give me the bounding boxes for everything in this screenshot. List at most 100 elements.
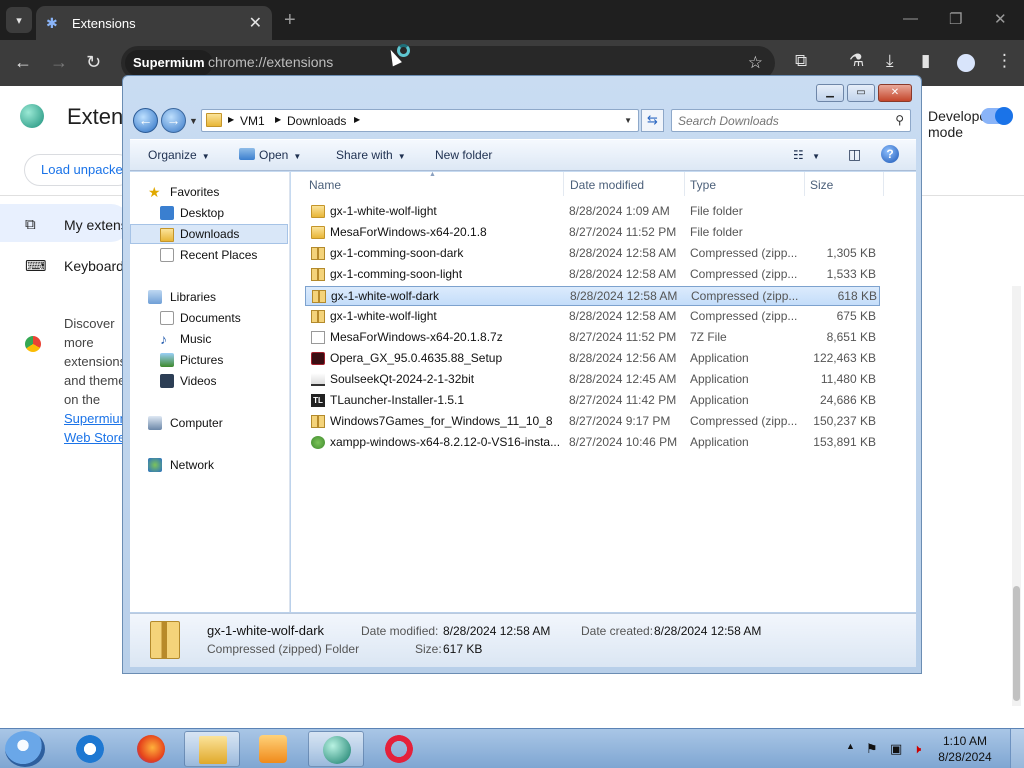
web-store-link[interactable]: Supermium Web Store bbox=[64, 411, 130, 445]
search-icon[interactable]: ⚲ bbox=[895, 113, 904, 127]
column-header-type[interactable]: Type bbox=[690, 178, 716, 192]
explorer-minimize-icon[interactable]: ▁ bbox=[816, 84, 844, 102]
file-explorer-icon bbox=[199, 736, 227, 764]
taskbar-file-explorer[interactable] bbox=[184, 731, 240, 767]
volume-muted-icon[interactable]: 🕨 bbox=[913, 741, 921, 757]
start-button-icon[interactable] bbox=[5, 731, 45, 767]
column-separator[interactable] bbox=[684, 172, 685, 196]
breadcrumb-vm1[interactable]: VM1 bbox=[240, 114, 265, 128]
open-button[interactable]: Open ▼ bbox=[239, 148, 301, 162]
side-panel-icon[interactable]: ▮ bbox=[921, 51, 930, 71]
nav-music[interactable]: ♪ Music bbox=[130, 329, 288, 349]
breadcrumb-arrow-icon[interactable]: ▶ bbox=[354, 115, 360, 124]
computer-icon bbox=[148, 416, 162, 430]
omnibox-url[interactable]: chrome://extensions bbox=[208, 54, 333, 70]
file-row[interactable]: gx-1-white-wolf-light 8/28/2024 1:09 AM Fi… bbox=[305, 202, 880, 222]
file-row[interactable]: gx-1-white-wolf-light 8/28/2024 12:58 AM C… bbox=[305, 307, 880, 327]
minimize-icon[interactable]: — bbox=[903, 10, 918, 27]
system-clock[interactable]: 1:10 AM 8/28/2024 bbox=[935, 733, 995, 765]
recent-pages-dropdown-icon[interactable]: ▼ bbox=[189, 116, 198, 126]
nav-favorites[interactable]: ★ Favorites bbox=[130, 182, 288, 202]
network-tray-icon[interactable]: ▣ bbox=[890, 741, 902, 757]
file-row[interactable]: Opera_GX_95.0.4635.88_Setup 8/28/2024 12:… bbox=[305, 349, 880, 369]
taskbar-firefox[interactable] bbox=[123, 731, 179, 767]
file-row[interactable]: TL TLauncher-Installer-1.5.1 8/27/2024 11:… bbox=[305, 391, 880, 411]
file-row[interactable]: gx-1-white-wolf-dark 8/28/2024 12:58 AM Co… bbox=[305, 286, 880, 306]
column-header-size[interactable]: Size bbox=[810, 178, 833, 192]
labs-flask-icon[interactable]: ⚗ bbox=[849, 51, 864, 71]
column-header-name[interactable]: Name bbox=[309, 178, 341, 192]
breadcrumb-arrow-icon[interactable]: ▶ bbox=[275, 115, 281, 124]
column-separator[interactable] bbox=[804, 172, 805, 196]
nav-videos[interactable]: Videos bbox=[130, 371, 288, 391]
restore-icon[interactable]: ❐ bbox=[949, 10, 962, 28]
breadcrumb-arrow-icon[interactable]: ▶ bbox=[228, 115, 234, 124]
file-row[interactable]: xampp-windows-x64-8.2.12-0-VS16-insta...… bbox=[305, 433, 880, 453]
taskbar-internet-explorer[interactable] bbox=[62, 731, 118, 767]
file-row[interactable]: MesaForWindows-x64-20.1.8.7z 8/27/2024 11… bbox=[305, 328, 880, 348]
action-center-flag-icon[interactable]: ⚑ bbox=[866, 741, 878, 757]
file-type: Application bbox=[690, 372, 749, 386]
file-row[interactable]: gx-1-comming-soon-light 8/28/2024 12:58 A… bbox=[305, 265, 880, 285]
reload-icon[interactable]: ↻ bbox=[86, 52, 101, 73]
developer-mode-toggle[interactable] bbox=[981, 107, 1013, 125]
breadcrumb-downloads[interactable]: Downloads bbox=[287, 114, 346, 128]
column-separator[interactable] bbox=[563, 172, 564, 196]
nav-label: Desktop bbox=[180, 206, 225, 220]
extensions-puzzle-icon[interactable]: ⧉ bbox=[795, 51, 807, 71]
file-row[interactable]: Windows7Games_for_Windows_11_10_8 8/27/20… bbox=[305, 412, 880, 432]
organize-button[interactable]: Organize ▼ bbox=[148, 148, 210, 162]
nav-computer[interactable]: Computer bbox=[130, 413, 288, 433]
back-arrow-icon[interactable]: ← bbox=[14, 52, 32, 73]
forward-button-icon[interactable]: → bbox=[161, 108, 186, 133]
preview-pane-icon[interactable]: ◫ bbox=[848, 146, 861, 163]
file-type: Compressed (zipp... bbox=[690, 246, 798, 260]
load-unpacked-button[interactable]: Load unpacked bbox=[24, 154, 134, 186]
page-scrollbar[interactable] bbox=[1012, 286, 1021, 706]
nav-network[interactable]: Network bbox=[130, 455, 288, 475]
file-row[interactable]: gx-1-comming-soon-dark 8/28/2024 12:58 AM… bbox=[305, 244, 880, 264]
tray-show-hidden-icon[interactable]: ▲ bbox=[846, 741, 855, 751]
navigation-pane: ★ Favorites Desktop Downloads Recent Plac… bbox=[130, 172, 290, 612]
explorer-maximize-icon[interactable]: ▭ bbox=[847, 84, 875, 102]
nav-documents[interactable]: Documents bbox=[130, 308, 288, 328]
file-date-modified: 8/28/2024 12:58 AM bbox=[569, 246, 677, 260]
column-header-date[interactable]: Date modified bbox=[570, 178, 644, 192]
download-icon[interactable]: ⤓ bbox=[886, 51, 894, 71]
show-desktop-button[interactable] bbox=[1010, 729, 1024, 768]
refresh-icon[interactable]: ⇆ bbox=[641, 109, 664, 132]
address-dropdown-icon[interactable]: ▼ bbox=[624, 116, 632, 125]
tab-extensions[interactable]: ✱ Extensions ✕ bbox=[36, 6, 272, 40]
tab-close-icon[interactable]: ✕ bbox=[249, 13, 262, 33]
taskbar-opera[interactable] bbox=[371, 731, 427, 767]
taskbar-media-player[interactable] bbox=[245, 731, 301, 767]
column-separator[interactable] bbox=[883, 172, 884, 196]
profile-avatar[interactable] bbox=[955, 52, 977, 74]
view-options-icon[interactable]: ☷ ▼ bbox=[793, 148, 820, 162]
taskbar-supermium[interactable] bbox=[308, 731, 364, 767]
nav-libraries[interactable]: Libraries bbox=[130, 287, 288, 307]
search-input[interactable] bbox=[678, 111, 888, 131]
nav-pictures[interactable]: Pictures bbox=[130, 350, 288, 370]
file-row[interactable]: MesaForWindows-x64-20.1.8 8/27/2024 11:52… bbox=[305, 223, 880, 243]
new-tab-icon[interactable]: + bbox=[284, 9, 296, 32]
nav-downloads[interactable]: Downloads bbox=[130, 224, 288, 244]
file-row[interactable]: SoulseekQt-2024-2-1-32bit 8/28/2024 12:45… bbox=[305, 370, 880, 390]
clock-date: 8/28/2024 bbox=[938, 750, 992, 764]
tab-search-chevron-icon[interactable]: ▾ bbox=[6, 7, 32, 33]
explorer-close-icon[interactable]: ✕ bbox=[878, 84, 912, 102]
new-folder-button[interactable]: New folder bbox=[435, 148, 492, 162]
window-close-icon[interactable]: ✕ bbox=[994, 10, 1007, 28]
forward-arrow-icon[interactable]: → bbox=[50, 52, 68, 73]
search-box[interactable]: ⚲ bbox=[671, 109, 911, 132]
kebab-menu-icon[interactable]: ⋮ bbox=[996, 51, 1013, 71]
file-open-dialog: ▁ ▭ ✕ ← → ▼ ▶ VM1 ▶ Downloads ▶ ▼ ⇆ ⚲ Or… bbox=[122, 75, 922, 674]
nav-desktop[interactable]: Desktop bbox=[130, 203, 288, 223]
help-icon[interactable]: ? bbox=[881, 145, 899, 163]
file-date-modified: 8/27/2024 10:46 PM bbox=[569, 435, 678, 449]
bookmark-star-icon[interactable]: ☆ bbox=[748, 53, 763, 73]
nav-recent-places[interactable]: Recent Places bbox=[130, 245, 288, 265]
address-bar[interactable]: ▶ VM1 ▶ Downloads ▶ ▼ bbox=[201, 109, 639, 132]
back-button-icon[interactable]: ← bbox=[133, 108, 158, 133]
share-with-button[interactable]: Share with ▼ bbox=[336, 148, 406, 162]
